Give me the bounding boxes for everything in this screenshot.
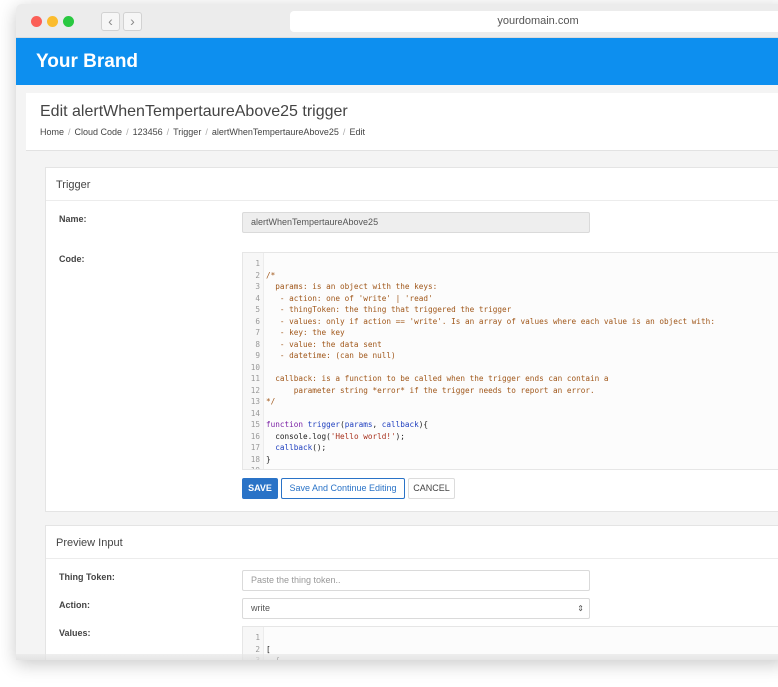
code-text: */ xyxy=(266,397,276,406)
values-label: Values: xyxy=(59,628,91,638)
breadcrumb-separator: / xyxy=(342,127,346,137)
breadcrumb-separator: / xyxy=(126,127,129,137)
code-text: function trigger(params, callback){ xyxy=(266,419,428,431)
brand-logo[interactable]: Your Brand xyxy=(36,51,138,73)
code-token: , xyxy=(372,420,382,429)
line-number: 11 xyxy=(250,374,260,383)
code-text: - value: the data sent xyxy=(266,339,382,349)
address-bar[interactable]: yourdomain.com xyxy=(290,11,778,32)
browser-chrome: ‹ › yourdomain.com xyxy=(16,4,778,38)
preview-input-panel: Preview Input Thing Token: Paste the thi… xyxy=(45,525,778,660)
line-number: 6 xyxy=(255,316,260,326)
code-text: parameter string *error* if the trigger … xyxy=(266,385,595,395)
code-editor[interactable]: 1 2/* 3 params: is an object with the keys… xyxy=(242,252,778,470)
code-text: params: is an object with the keys: xyxy=(266,282,438,291)
divider xyxy=(46,558,778,559)
line-number: 4 xyxy=(255,293,260,303)
browser-window: ‹ › yourdomain.com Your Brand Edit alert… xyxy=(16,4,778,660)
code-token: callback xyxy=(275,443,313,452)
thing-token-input[interactable]: Paste the thing token.. xyxy=(242,570,590,591)
line-number: 18 xyxy=(250,454,260,464)
code-text: - values: only if action == 'write'. Is … xyxy=(266,316,715,326)
breadcrumb-item: Edit xyxy=(349,127,365,137)
line-number: 12 xyxy=(250,385,260,395)
line-number: 1 xyxy=(255,633,260,642)
line-number: 17 xyxy=(250,443,260,452)
line-number: 16 xyxy=(250,431,260,441)
code-token: trigger xyxy=(307,420,341,429)
breadcrumb-item[interactable]: alertWhenTempertaureAbove25 xyxy=(212,127,339,137)
line-number: 19 xyxy=(243,465,260,469)
bottom-fade xyxy=(16,654,778,660)
name-label: Name: xyxy=(59,214,87,224)
divider xyxy=(46,200,778,201)
code-text: callback(); xyxy=(266,442,326,454)
save-and-continue-button[interactable]: Save And Continue Editing xyxy=(281,478,405,499)
code-text: } xyxy=(266,454,271,464)
breadcrumb-separator: / xyxy=(205,127,208,137)
cancel-button[interactable]: CANCEL xyxy=(408,478,455,499)
trigger-panel: Trigger Name: alertWhenTempertaureAbove2… xyxy=(45,167,778,512)
line-number: 8 xyxy=(255,339,260,349)
code-token: (); xyxy=(312,443,327,452)
breadcrumb-separator: / xyxy=(166,127,170,137)
line-number: 10 xyxy=(250,362,260,372)
breadcrumb-item[interactable]: Home xyxy=(40,127,64,137)
action-label: Action: xyxy=(59,600,90,610)
back-arrow-icon[interactable]: ‹ xyxy=(101,12,120,31)
code-text: - action: one of 'write' | 'read' xyxy=(266,293,433,303)
code-token: function xyxy=(266,420,308,429)
line-number: 13 xyxy=(250,397,260,406)
line-number: 9 xyxy=(255,351,260,360)
action-selected-value: write xyxy=(251,603,271,613)
line-number: 7 xyxy=(255,328,260,337)
close-window-button[interactable] xyxy=(31,16,42,27)
code-label: Code: xyxy=(59,254,85,264)
line-number: 14 xyxy=(250,408,260,418)
page-header: Edit alertWhenTempertaureAbove25 trigger… xyxy=(26,93,778,151)
code-token: ){ xyxy=(418,420,429,429)
code-text: - key: the key xyxy=(266,328,345,337)
breadcrumb-item[interactable]: Cloud Code xyxy=(75,127,123,137)
breadcrumb-item[interactable]: Trigger xyxy=(173,127,201,137)
code-token: callback xyxy=(381,420,419,429)
code-text: callback: is a function to be called whe… xyxy=(266,374,609,383)
code-token: 'Hello world!' xyxy=(330,431,396,441)
name-field[interactable]: alertWhenTempertaureAbove25 xyxy=(242,212,590,233)
panel-title: Preview Input xyxy=(56,537,123,549)
forward-arrow-icon[interactable]: › xyxy=(123,12,142,31)
panel-title: Trigger xyxy=(56,179,91,191)
select-arrows-icon: ⇕ xyxy=(577,604,584,613)
line-number: 5 xyxy=(255,305,260,314)
code-token: params xyxy=(344,420,373,429)
minimize-window-button[interactable] xyxy=(47,16,58,27)
save-button[interactable]: SAVE xyxy=(242,478,278,499)
action-select[interactable]: write ⇕ xyxy=(242,598,590,619)
breadcrumb: Home / Cloud Code/123456/Trigger / alertWhen… xyxy=(40,127,365,137)
line-number: 2 xyxy=(255,270,260,280)
line-number: 3 xyxy=(255,282,260,291)
brand-bar: Your Brand xyxy=(16,38,778,85)
line-number: 1 xyxy=(255,259,260,268)
breadcrumb-separator: / xyxy=(68,127,71,137)
code-text: /* xyxy=(266,270,276,280)
code-text: console.log('Hello world!'); xyxy=(266,431,405,443)
line-number: 15 xyxy=(250,420,260,429)
code-token: console.log( xyxy=(266,431,331,441)
code-text: - thingToken: the thing that triggered t… xyxy=(266,305,512,314)
code-token: ); xyxy=(395,431,405,441)
code-text: - datetime: (can be null) xyxy=(266,351,396,360)
thing-token-label: Thing Token: xyxy=(59,572,115,582)
maximize-window-button[interactable] xyxy=(63,16,74,27)
breadcrumb-item[interactable]: 123456 xyxy=(133,127,163,137)
page-title: Edit alertWhenTempertaureAbove25 trigger xyxy=(40,103,348,120)
